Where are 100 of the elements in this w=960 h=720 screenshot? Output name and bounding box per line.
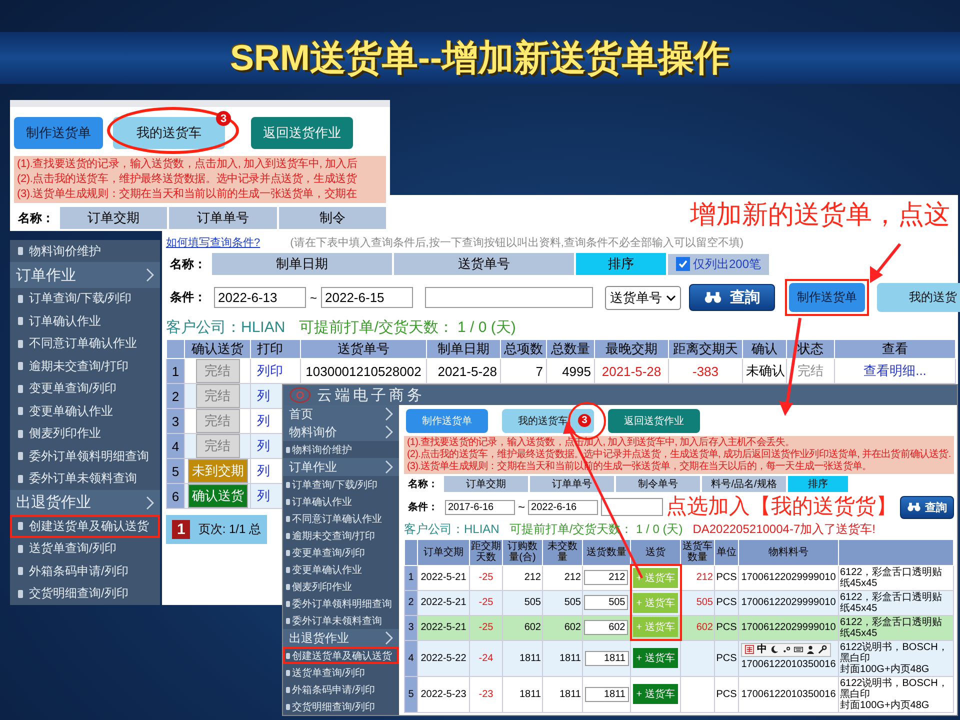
column-header: 制单日期 [438, 341, 490, 356]
menu-item[interactable]: 交货明细查询/列印 [283, 698, 399, 715]
date-to-field[interactable]: 2022-6-16 [528, 500, 598, 514]
menu-item[interactable]: 不同意订单确认作业 [10, 332, 160, 356]
menu-item[interactable]: 订单查询/下载/列印 [283, 476, 399, 493]
menu-item[interactable]: 外箱条码申请/列印 [283, 681, 399, 698]
help-link[interactable]: 如何填写查询条件? [166, 234, 260, 250]
table-cell: PCS [714, 615, 738, 640]
filter-label: 名称： [168, 256, 207, 272]
menu-item[interactable]: 变更单查询/列印 [283, 544, 399, 561]
company-label: 客户公司：HLIAN [166, 318, 286, 337]
print-link[interactable]: 列 [257, 438, 270, 453]
wrench-icon[interactable] [818, 645, 827, 654]
action-button[interactable]: 制作送货单 [406, 409, 488, 433]
search-field[interactable] [425, 287, 594, 308]
menu-item[interactable]: 委外订单未领料查询 [283, 612, 399, 629]
chevron-right-icon [385, 631, 393, 645]
column-header: 送货 [646, 546, 666, 558]
date-from-field[interactable]: 2022-6-13 [214, 287, 306, 308]
menu-item[interactable]: 侧麦列印作业 [10, 422, 160, 446]
chevron-right-icon [146, 496, 154, 510]
page-number[interactable]: 1 [172, 520, 190, 539]
keyboard-icon[interactable] [794, 645, 803, 654]
column-header: 制令单号 [616, 476, 700, 492]
menu-section[interactable]: 出退货作业 [283, 629, 399, 647]
quantity-field[interactable]: 212 [584, 570, 628, 585]
row-number: 5 [404, 676, 418, 712]
menu-item[interactable]: 订单确认作业 [283, 493, 399, 510]
chevron-right-icon [385, 460, 393, 474]
action-button[interactable]: 我的送货 [877, 283, 960, 312]
menu-section[interactable]: 订单作业 [283, 458, 399, 476]
search-button[interactable]: 查詢 [900, 496, 954, 518]
date-from-field[interactable]: 2017-6-16 [445, 500, 515, 514]
menu-item[interactable]: 物料询价维护 [283, 441, 399, 458]
menu-section[interactable]: 出退货作业 [10, 490, 160, 516]
table-cell: 212 [680, 565, 714, 590]
menu-item[interactable]: 逾期未交查询/打印 [283, 527, 399, 544]
checkbox[interactable] [676, 257, 690, 271]
menu-item[interactable]: 不同意订单确认作业 [283, 510, 399, 527]
chevron-right-icon [385, 425, 393, 439]
table-cell: 6122说明书，BOSCH，黑白印 封面100G+内页48G [838, 640, 954, 676]
menu-item[interactable]: 变更单确认作业 [10, 400, 160, 423]
menu-item[interactable]: 交货明细查询/列印 [10, 582, 160, 606]
note-text: (2).点击我的送货车，维护最终送货数据。选中记录并点送货，生成送货 [17, 172, 357, 187]
moon-icon[interactable] [770, 645, 779, 654]
menu-item[interactable]: 委外订单领料明细查询 [283, 595, 399, 612]
print-link[interactable]: 列 [257, 488, 270, 503]
quantity-field[interactable]: 602 [584, 620, 628, 635]
action-button[interactable]: 制作送货单 [14, 117, 103, 149]
menu-item[interactable]: 订单确认作业 [10, 310, 160, 333]
bullet-icon [18, 407, 23, 416]
date-to-field[interactable]: 2022-6-15 [321, 287, 414, 308]
menu-item[interactable]: 委外订单领料明细查询 [10, 445, 160, 468]
column-header: 订单交期 [444, 476, 528, 492]
bullet-icon [286, 566, 290, 572]
quantity-field[interactable]: 1811 [584, 686, 628, 702]
column-header: 排序 [576, 253, 666, 275]
add-to-cart-button[interactable]: + 送货车 [633, 648, 678, 668]
sort-dropdown[interactable]: 送货单号 [605, 286, 682, 310]
bullet-icon [286, 516, 290, 522]
menu-item[interactable]: 送货单查询/列印 [283, 664, 399, 681]
quantity-field[interactable]: 505 [584, 595, 628, 610]
menu-item[interactable]: 委外订单未领料查询 [10, 467, 160, 490]
quantity-field[interactable]: 1811 [584, 650, 628, 666]
menu-item[interactable]: 外箱条码申请/列印 [10, 560, 160, 583]
print-link[interactable]: 列 [257, 388, 270, 403]
menu-item[interactable]: 送货单查询/列印 [10, 538, 160, 560]
menu-section[interactable]: 订单作业 [10, 262, 160, 288]
menu-item[interactable]: 变更单确认作业 [283, 561, 399, 578]
menu-section[interactable]: 物料询价 [283, 423, 399, 441]
print-link[interactable]: 列 [257, 463, 270, 478]
menu-item[interactable]: 创建送货单及确认送货 [283, 647, 399, 664]
menu-item[interactable]: 物料询价维护 [10, 240, 160, 262]
menu-section[interactable]: 首页 [283, 405, 399, 423]
note-text: (1).查找要送货的记录，输入送货数，点击加入, 加入到送货车中, 加入后 [17, 157, 358, 172]
action-button[interactable]: 制作送货单 [789, 283, 866, 312]
table-row[interactable]: 5 2022-5-23 -23 1811 1811 1811 + 送货车 PCS 17006122010350016 6122说明书，BOSCH，黑白印 封面100G+内页48G [404, 676, 954, 712]
callout-text: 增加新的送货单，点这 [690, 200, 950, 228]
search-field[interactable] [601, 498, 663, 516]
add-to-cart-button[interactable]: + 送货车 [633, 684, 678, 704]
status-button[interactable]: 确认送货 [188, 484, 248, 508]
person-icon[interactable] [806, 645, 815, 654]
action-button[interactable]: 返回送货作业 [251, 117, 353, 149]
menu-item[interactable]: 订单查询/下载/列印 [10, 288, 160, 310]
search-button[interactable]: 查詢 [689, 284, 776, 311]
menu-item[interactable]: 创建送货单及确认送货 [10, 515, 160, 538]
column-header: 订单单号 [169, 207, 277, 229]
column-header: 订单交期 [424, 546, 464, 558]
table-cell: 17006122010350016 [741, 658, 836, 670]
bullet-icon [18, 452, 23, 460]
menu-item[interactable]: 变更单查询/列印 [10, 378, 160, 400]
print-link[interactable]: 列 [257, 413, 270, 428]
punctuation-icon[interactable] [782, 645, 791, 654]
action-button[interactable]: 返回送货作业 [608, 409, 700, 433]
menu-item[interactable]: 侧麦列印作业 [283, 578, 399, 595]
table-cell [680, 640, 714, 676]
filter-label: 名称： [407, 478, 439, 491]
menu-item[interactable]: 逾期未交查询/打印 [10, 355, 160, 378]
bullet-icon [18, 474, 23, 483]
input-mode-label[interactable]: 中 [757, 644, 767, 655]
